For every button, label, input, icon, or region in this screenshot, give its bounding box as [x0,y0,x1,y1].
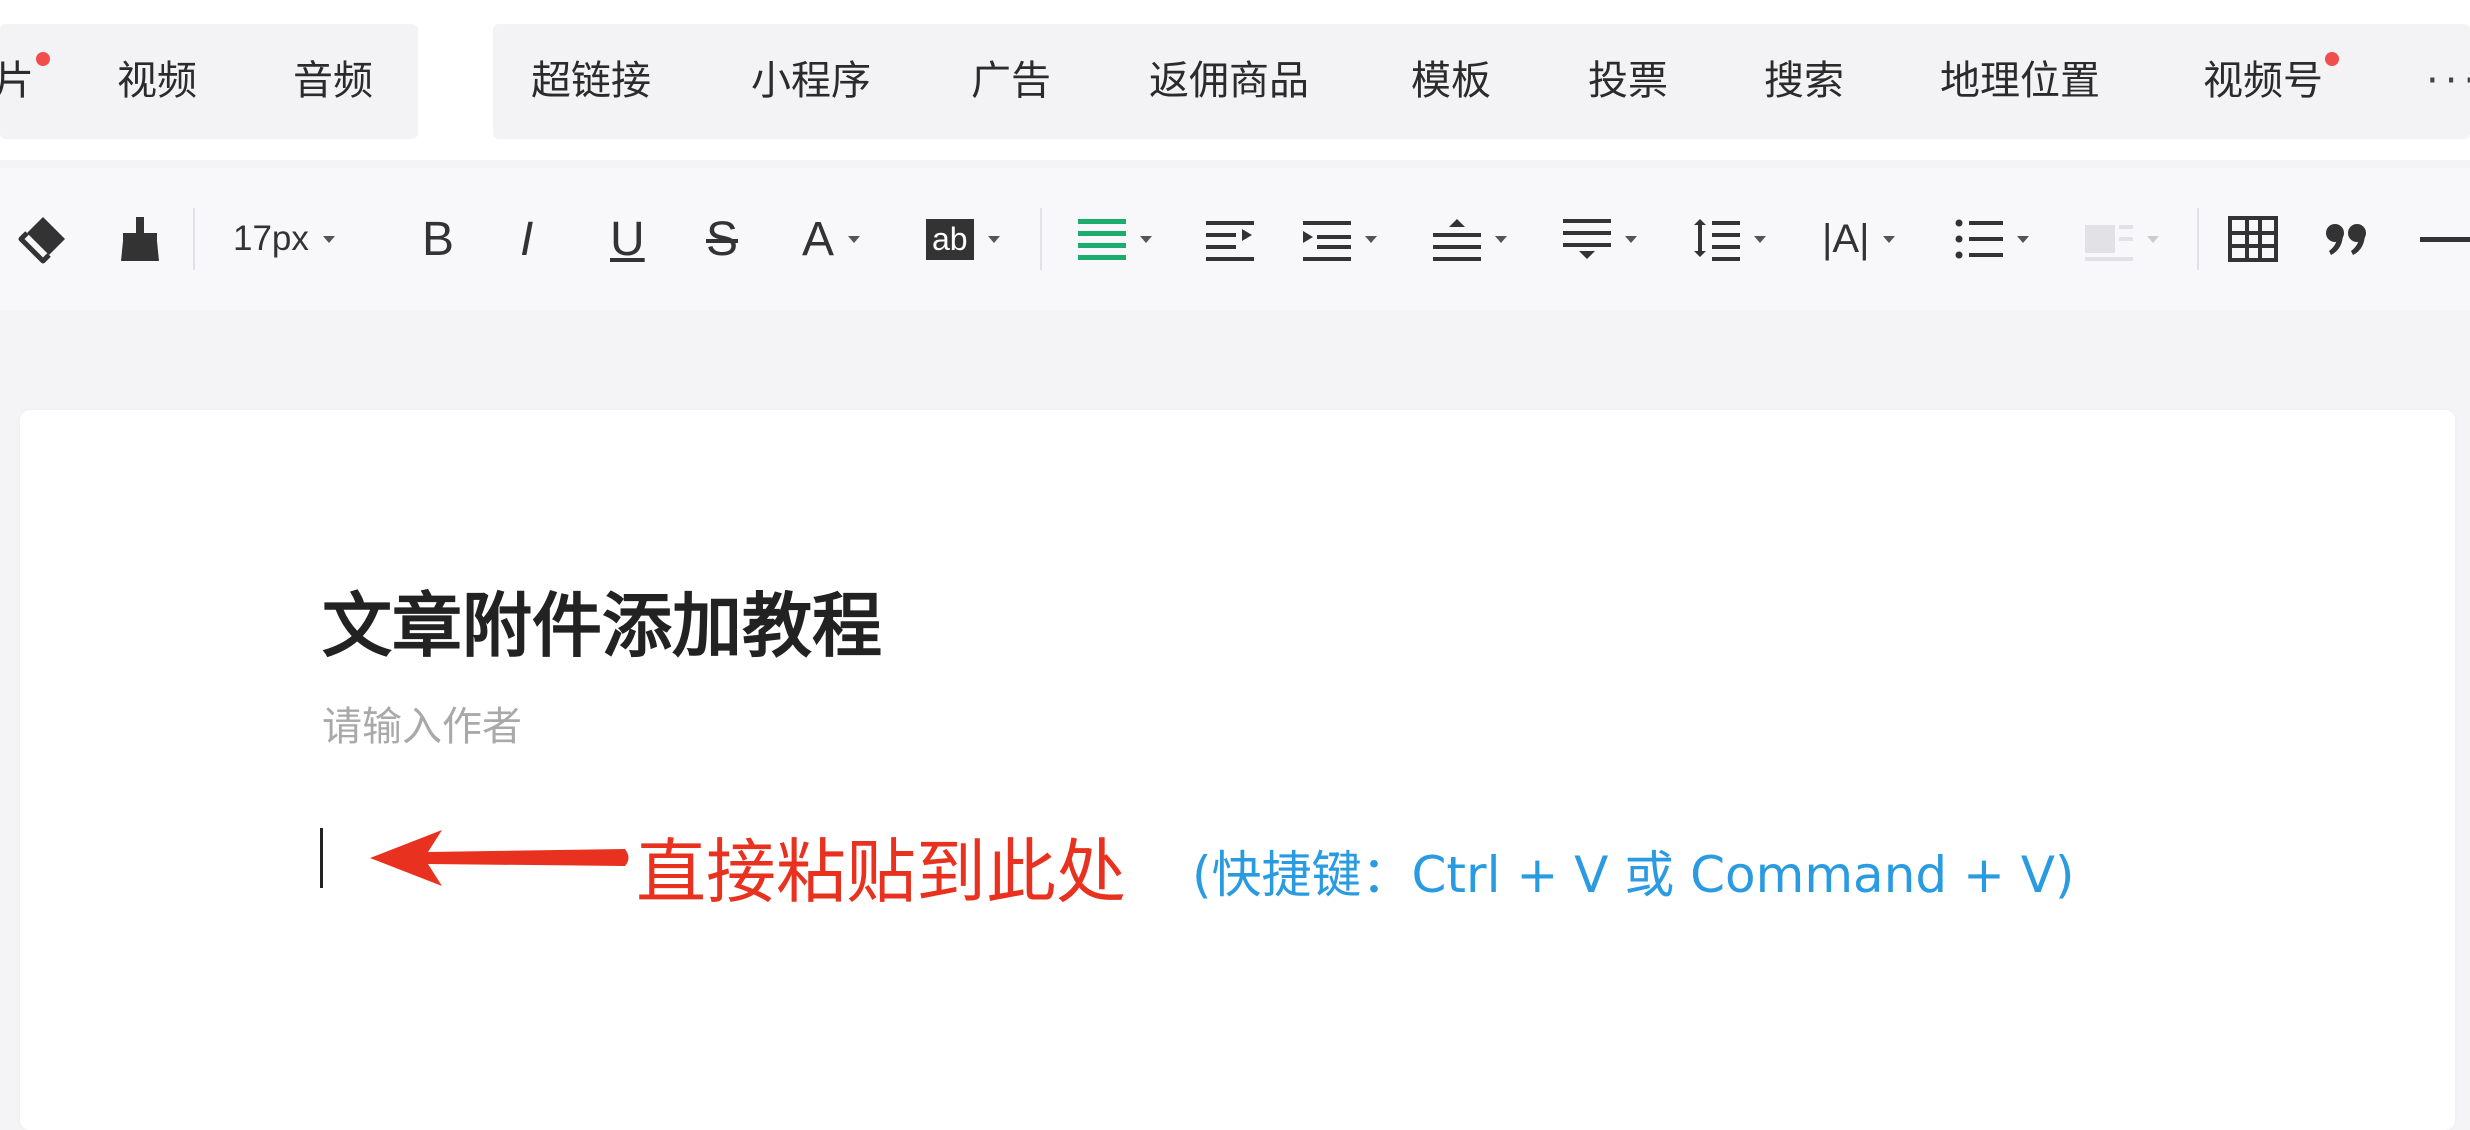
underline-button[interactable]: U [610,204,645,274]
article-title[interactable]: 文章附件添加教程 [322,570,882,671]
tab-commission-goods[interactable]: 返佣商品 [1149,24,1309,139]
tab-audio[interactable]: 音频 [293,24,373,139]
bold-icon: B [422,212,455,266]
chevron-down-icon [2017,235,2029,243]
format-painter-button[interactable] [15,204,71,274]
paste-here-annotation: 直接粘贴到此处 [636,831,1126,913]
chevron-down-icon [1625,235,1637,243]
chevron-down-icon [987,235,1000,243]
tab-template[interactable]: 模板 [1411,24,1491,139]
list-icon [1955,219,2003,259]
chevron-down-icon [1883,235,1896,243]
tab-image[interactable]: 片 [0,24,50,139]
insert-group-more: 超链接 小程序 广告 返佣商品 模板 投票 搜索 地理位置 视频号 ··· [493,24,2470,139]
chevron-down-icon [848,235,861,243]
text-cursor [320,828,323,888]
indent-button[interactable] [1206,204,1254,274]
format-toolbar: 17px B I U S A ab |A| [0,168,2470,310]
quote-icon [2326,224,2366,255]
tab-channels[interactable]: 视频号 [2203,24,2339,139]
paragraph-spacing-before-button[interactable] [1433,204,1507,274]
chevron-down-icon [1754,235,1766,243]
divider-button[interactable] [2420,204,2470,274]
chevron-down-icon [1495,235,1507,243]
shortcut-hint: (快捷键：Ctrl + V 或 Command + V) [1192,846,2075,904]
first-line-indent-button[interactable] [1303,204,1377,274]
arrow-left-icon [370,830,629,886]
align-icon [1078,219,1126,260]
italic-button[interactable]: I [520,204,533,274]
table-button[interactable] [2228,204,2278,274]
highlight-icon: ab [926,218,974,260]
new-badge-dot [2325,52,2339,66]
line-height-button[interactable] [1692,204,1766,274]
insert-group-media: 片 视频 音频 [0,24,418,139]
tab-ads[interactable]: 广告 [971,24,1051,139]
letter-spacing-icon: |A| [1822,216,1870,261]
align-button[interactable] [1078,204,1152,274]
toolbar-separator [1040,208,1042,270]
paragraph-spacing-before-icon [1433,219,1481,261]
italic-icon: I [520,212,534,266]
tab-vote[interactable]: 投票 [1588,24,1668,139]
font-size-select[interactable]: 17px [233,204,335,274]
chevron-down-icon [1140,235,1152,243]
strikethrough-icon: S [706,212,739,266]
quote-button[interactable] [2325,204,2371,274]
float-button [2085,204,2159,274]
strikethrough-button[interactable]: S [706,204,738,274]
clear-format-button[interactable] [115,204,165,274]
paragraph-spacing-after-button[interactable] [1563,204,1637,274]
line-height-icon [1694,219,1740,261]
editor-canvas[interactable]: 文章附件添加教程 直接粘贴到此处 (快捷键：Ctrl + V 或 Command… [20,410,2455,1130]
bold-button[interactable]: B [422,204,454,274]
tab-video[interactable]: 视频 [117,24,197,139]
tab-hyperlink[interactable]: 超链接 [531,24,651,139]
letter-spacing-button[interactable]: |A| [1822,204,1896,274]
chevron-down-icon [1365,235,1377,243]
author-input[interactable] [322,700,1122,754]
chevron-down-icon [322,235,335,243]
font-size-value: 17px [233,219,309,258]
highlight-button[interactable]: ab [926,204,1000,274]
tab-search[interactable]: 搜索 [1764,24,1844,139]
first-line-indent-icon [1303,221,1351,261]
list-button[interactable] [1955,204,2029,274]
indent-icon [1206,221,1254,261]
divider-icon [2420,237,2470,242]
font-color-button[interactable]: A [802,204,861,274]
table-icon [2228,216,2278,262]
format-painter-icon [18,217,65,264]
toolbar-separator [193,208,195,270]
underline-icon: U [610,212,645,266]
tab-location[interactable]: 地理位置 [1940,24,2100,139]
insert-toolbar: 片 视频 音频 超链接 小程序 广告 返佣商品 模板 投票 搜索 地理位置 视频… [0,0,2470,160]
new-badge-dot [36,52,50,66]
paragraph-spacing-after-icon [1563,219,1611,259]
font-color-icon: A [802,212,835,266]
chevron-down-icon [2147,235,2159,243]
toolbar-separator [2197,208,2199,270]
tab-mini-program[interactable]: 小程序 [751,24,871,139]
float-icon [2085,225,2133,261]
more-button[interactable]: ··· [2426,24,2470,139]
clear-format-icon [121,217,159,261]
